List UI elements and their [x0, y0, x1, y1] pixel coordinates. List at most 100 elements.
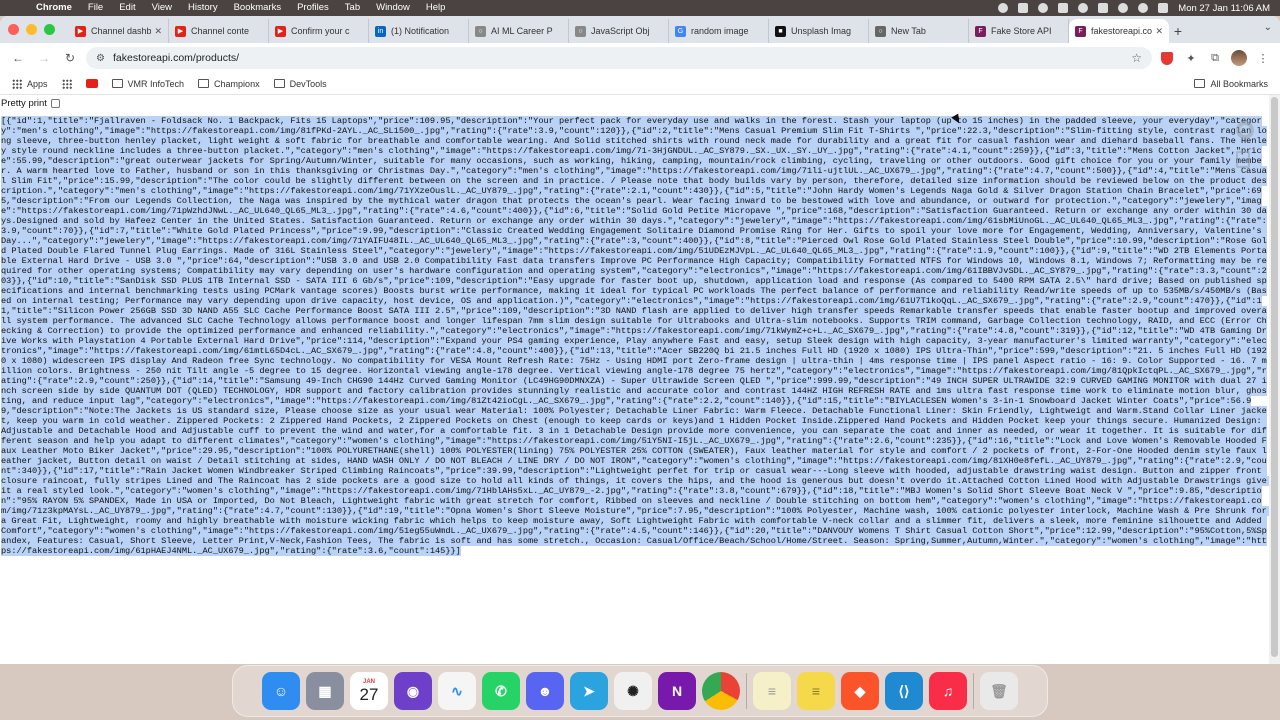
stickies-icon[interactable]: ≡	[797, 672, 835, 710]
google-icon: G	[675, 25, 686, 37]
bookmark-youtube[interactable]	[85, 79, 98, 88]
folder-icon	[198, 79, 210, 88]
clock-status-icon[interactable]	[1038, 3, 1049, 13]
brave-icon[interactable]: ◆	[841, 672, 879, 710]
record-icon[interactable]	[998, 3, 1009, 13]
site-info-icon[interactable]: ⚙	[96, 53, 105, 64]
pretty-print-checkbox[interactable]	[50, 98, 60, 108]
bookmark-championx[interactable]: Championx	[198, 79, 260, 89]
dock-separator	[746, 673, 747, 709]
menu-bar: Chrome File Edit View History Bookmarks …	[0, 0, 1280, 16]
dock-separator	[973, 673, 974, 709]
tab-new-tab[interactable]: ○ New Tab	[869, 19, 969, 43]
telegram-icon[interactable]: ➤	[570, 672, 608, 710]
tab-search-icon[interactable]: ⌄	[1264, 22, 1272, 33]
extension-icon[interactable]: ✦	[1182, 49, 1200, 67]
menu-bookmarks[interactable]: Bookmarks	[226, 0, 290, 16]
scrollbar-thumb[interactable]	[1271, 97, 1278, 657]
tab-random-image[interactable]: Grandom image	[669, 19, 769, 43]
unsplash-icon: ■	[775, 25, 786, 37]
back-icon[interactable]: ←	[8, 48, 28, 68]
discord-icon[interactable]: ☻	[526, 672, 564, 710]
menu-view[interactable]: View	[144, 0, 180, 16]
bookmark-devtools[interactable]: DevTools	[273, 79, 327, 89]
launchpad-icon[interactable]: ▦	[306, 672, 344, 710]
url-text[interactable]: fakestoreapi.com/products/	[113, 52, 1123, 64]
menu-history[interactable]: History	[180, 0, 226, 16]
close-icon[interactable]: ✕	[154, 26, 162, 37]
tab-notifications[interactable]: in (1) Notification	[369, 19, 469, 43]
close-icon[interactable]: ✕	[1155, 26, 1163, 37]
shield-icon[interactable]	[1158, 49, 1176, 67]
pretty-print-toggle[interactable]: Pretty print	[0, 95, 1280, 111]
tab-ai-ml-career[interactable]: ○ AI ML Career P	[469, 19, 569, 43]
window-controls	[8, 16, 69, 43]
minimize-window-icon[interactable]	[26, 24, 37, 35]
gear-icon[interactable]	[1236, 121, 1254, 139]
fakestore-icon: F	[975, 25, 986, 37]
json-response[interactable]: [{"id":1,"title":"Fjallraven - Foldsack …	[1, 116, 1272, 556]
calendar-icon[interactable]: JAN 27	[350, 672, 388, 710]
bookmark-all[interactable]: All Bookmarks	[1194, 79, 1268, 89]
youtube-icon	[85, 79, 98, 88]
folder-icon	[1194, 79, 1206, 88]
browser-toolbar: ← → ↻ ⚙ fakestoreapi.com/products/ ☆ ✦ ⧉…	[0, 43, 1280, 73]
github-icon[interactable]: ◉	[394, 672, 432, 710]
document-icon[interactable]	[1236, 151, 1250, 168]
menu-help[interactable]: Help	[418, 0, 454, 16]
trash-icon[interactable]: 🗑	[980, 672, 1018, 710]
whatsapp-icon[interactable]: ✆	[482, 672, 520, 710]
notes-icon[interactable]: ≡	[753, 672, 791, 710]
tab-channel-dashboard[interactable]: ▶ Channel dashb ✕	[69, 19, 169, 43]
globe-icon: ○	[875, 25, 886, 37]
bookmarks-bar: Apps VMR InfoTech Championx DevTools All…	[0, 73, 1280, 95]
display-icon[interactable]	[1058, 3, 1069, 13]
battery-icon[interactable]	[1098, 3, 1109, 13]
search-status-icon[interactable]	[1138, 3, 1149, 13]
tab-confirm[interactable]: ▶ Confirm your c	[269, 19, 369, 43]
bookmark-apps[interactable]: Apps	[12, 78, 48, 89]
tab-javascript-obj[interactable]: ○ JavaScript Obj	[569, 19, 669, 43]
bookmark-vmr-infotech[interactable]: VMR InfoTech	[111, 79, 184, 89]
menu-profiles[interactable]: Profiles	[289, 0, 337, 16]
control-center-icon[interactable]	[1158, 3, 1169, 13]
screen-icon[interactable]	[1018, 3, 1029, 13]
zoom-window-icon[interactable]	[44, 24, 55, 35]
tab-unsplash[interactable]: ■ Unsplash Imag	[769, 19, 869, 43]
vscode-icon[interactable]: ⟨⟩	[885, 672, 923, 710]
menu-dots-icon[interactable]: ⋮	[1254, 49, 1272, 67]
menu-file[interactable]: File	[80, 0, 111, 16]
bookmark-grid[interactable]	[61, 78, 72, 89]
status-area: Mon 27 Jan 11:06 AM	[998, 3, 1280, 14]
chrome-icon[interactable]	[702, 672, 740, 710]
tab-fake-store-api[interactable]: F Fake Store API	[969, 19, 1069, 43]
forward-icon[interactable]: →	[34, 48, 54, 68]
wifi-icon[interactable]	[1118, 3, 1129, 13]
calendar-day: 27	[359, 685, 379, 704]
reload-icon[interactable]: ↻	[60, 48, 80, 68]
vertical-scrollbar[interactable]	[1269, 95, 1280, 664]
apps-grid-icon	[12, 78, 22, 89]
menu-window[interactable]: Window	[368, 0, 418, 16]
menu-edit[interactable]: Edit	[111, 0, 143, 16]
chatgpt-icon[interactable]: ✺	[614, 672, 652, 710]
tab-fakestoreapi-active[interactable]: Ffakestoreapi.co ✕	[1069, 19, 1169, 43]
address-bar[interactable]: ⚙ fakestoreapi.com/products/ ☆	[86, 47, 1152, 69]
menu-tab[interactable]: Tab	[337, 0, 368, 16]
onenote-icon[interactable]: N	[658, 672, 696, 710]
brightness-icon[interactable]	[1078, 3, 1089, 13]
music-icon[interactable]: ♫	[929, 672, 967, 710]
tab-channel-content[interactable]: ▶ Channel conte	[169, 19, 269, 43]
menu-clock[interactable]: Mon 27 Jan 11:06 AM	[1178, 3, 1270, 14]
bookmark-star-icon[interactable]: ☆	[1131, 51, 1142, 65]
finder-icon[interactable]: ☺	[262, 672, 300, 710]
menu-app-name[interactable]: Chrome	[28, 0, 80, 16]
puzzle-icon[interactable]: ⧉	[1206, 49, 1224, 67]
profile-avatar[interactable]	[1230, 49, 1248, 67]
close-window-icon[interactable]	[8, 24, 19, 35]
dock: ☺ ▦ JAN 27 ◉ ∿ ✆ ☻ ➤ ✺ N ≡ ≡ ◆ ⟨⟩ ♫ 🗑	[232, 665, 1048, 717]
new-tab-button[interactable]: +	[1169, 19, 1187, 43]
tab-strip: ▶ Channel dashb ✕ ▶ Channel conte ▶ Confirm …	[0, 16, 1280, 43]
freeform-icon[interactable]: ∿	[438, 672, 476, 710]
json-text[interactable]: [{"id":1,"title":"Fjallraven - Foldsack …	[1, 116, 1272, 556]
